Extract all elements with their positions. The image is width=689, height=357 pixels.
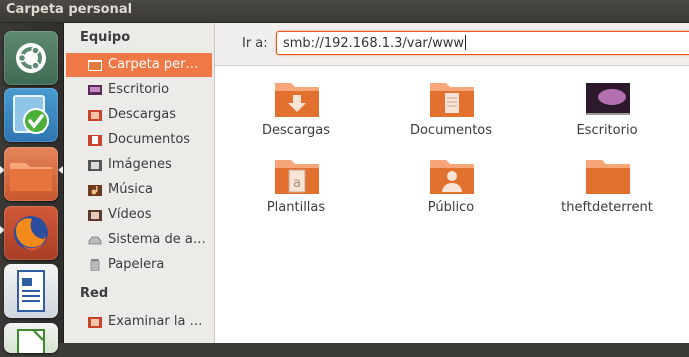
- file-view: Ir a: smb://192.168.1.3/var/www Descarga…: [215, 23, 689, 343]
- file-name: theftdeterrent: [561, 200, 653, 215]
- sidebar-item-label: Papelera: [108, 257, 165, 272]
- music-icon: [88, 185, 102, 196]
- folder-downloads-icon: [275, 83, 319, 117]
- location-bar: Ir a: smb://192.168.1.3/var/www: [215, 23, 689, 66]
- folder-desktop-icon: [586, 83, 630, 115]
- desktop-icon: [88, 85, 102, 95]
- trash-icon: [90, 259, 100, 271]
- sidebar-item-home[interactable]: Carpeta per…: [66, 53, 212, 77]
- window-title: Carpeta personal: [6, 2, 133, 17]
- file-name: Descargas: [261, 123, 330, 138]
- sidebar-item-label: Escritorio: [108, 82, 170, 97]
- ubuntu-logo-icon: [16, 43, 46, 73]
- sidebar-item-label: Vídeos: [108, 207, 152, 222]
- drive-icon: [88, 236, 102, 245]
- videos-icon: [88, 210, 102, 221]
- sidebar-item-music[interactable]: Música: [66, 178, 212, 202]
- file-item-publico[interactable]: Público: [391, 156, 511, 226]
- section-red: Red: [80, 286, 109, 301]
- sidebar-item-label: Sistema de a…: [108, 232, 206, 247]
- sidebar-item-browse-network[interactable]: Examinar la …: [66, 310, 212, 334]
- calc-button[interactable]: [4, 323, 58, 357]
- firefox-icon: [14, 216, 48, 251]
- sidebar-item-label: Examinar la …: [108, 314, 203, 329]
- sidebar-item-pictures[interactable]: Imágenes: [66, 153, 212, 177]
- file-name: Público: [427, 200, 475, 215]
- folder-icon: [10, 163, 52, 191]
- file-item-descargas[interactable]: Descargas: [236, 79, 356, 149]
- folder-documents-icon: [430, 83, 474, 117]
- sidebar-item-downloads[interactable]: Descargas: [66, 103, 212, 127]
- sidebar-item-trash[interactable]: Papelera: [66, 253, 212, 277]
- sidebar-item-label: Música: [108, 182, 153, 197]
- sidebar-item-documents[interactable]: Documentos: [66, 128, 212, 152]
- software-center-button[interactable]: [4, 88, 58, 142]
- software-center-icon: [13, 95, 49, 134]
- file-item-escritorio[interactable]: Escritorio: [547, 79, 667, 149]
- firefox-button[interactable]: [4, 206, 58, 260]
- files-button[interactable]: [4, 147, 58, 201]
- sidebar-item-videos[interactable]: Vídeos: [66, 203, 212, 227]
- documents-icon: [88, 135, 102, 146]
- file-name: Documentos: [409, 123, 493, 138]
- svg-text:a: a: [293, 176, 301, 191]
- sidebar-item-label: Carpeta per…: [108, 57, 199, 72]
- dash-button[interactable]: [4, 31, 58, 85]
- home-folder-icon: [88, 60, 102, 71]
- file-item-documentos[interactable]: Documentos: [391, 79, 511, 149]
- file-name: Plantillas: [266, 200, 326, 215]
- network-icon: [88, 317, 102, 328]
- writer-icon: [17, 270, 45, 312]
- places-sidebar: Equipo Carpeta per… Escritorio Descargas…: [64, 23, 215, 343]
- downloads-icon: [88, 110, 102, 121]
- location-value: smb://192.168.1.3/var/www: [283, 36, 465, 51]
- sidebar-item-label: Imágenes: [108, 157, 172, 172]
- writer-button[interactable]: [4, 264, 58, 318]
- file-item-theftdeterrent[interactable]: theftdeterrent: [547, 156, 667, 226]
- folder-icon: [586, 160, 630, 194]
- title-bar: Carpeta personal: [0, 0, 689, 23]
- file-name: Escritorio: [576, 123, 638, 138]
- folder-public-icon: [430, 160, 474, 194]
- sidebar-item-label: Documentos: [108, 132, 191, 147]
- calc-icon: [17, 329, 45, 357]
- folder-templates-icon: a: [275, 160, 319, 194]
- location-label: Ir a:: [242, 36, 268, 51]
- pictures-icon: [88, 160, 102, 171]
- section-equipo: Equipo: [80, 30, 131, 45]
- sidebar-item-desktop[interactable]: Escritorio: [66, 78, 212, 102]
- sidebar-item-label: Descargas: [108, 107, 177, 122]
- sidebar-item-filesystem[interactable]: Sistema de a…: [66, 228, 212, 252]
- launcher: [0, 23, 64, 357]
- file-item-plantillas[interactable]: a Plantillas: [236, 156, 356, 226]
- location-input[interactable]: smb://192.168.1.3/var/www: [276, 31, 689, 55]
